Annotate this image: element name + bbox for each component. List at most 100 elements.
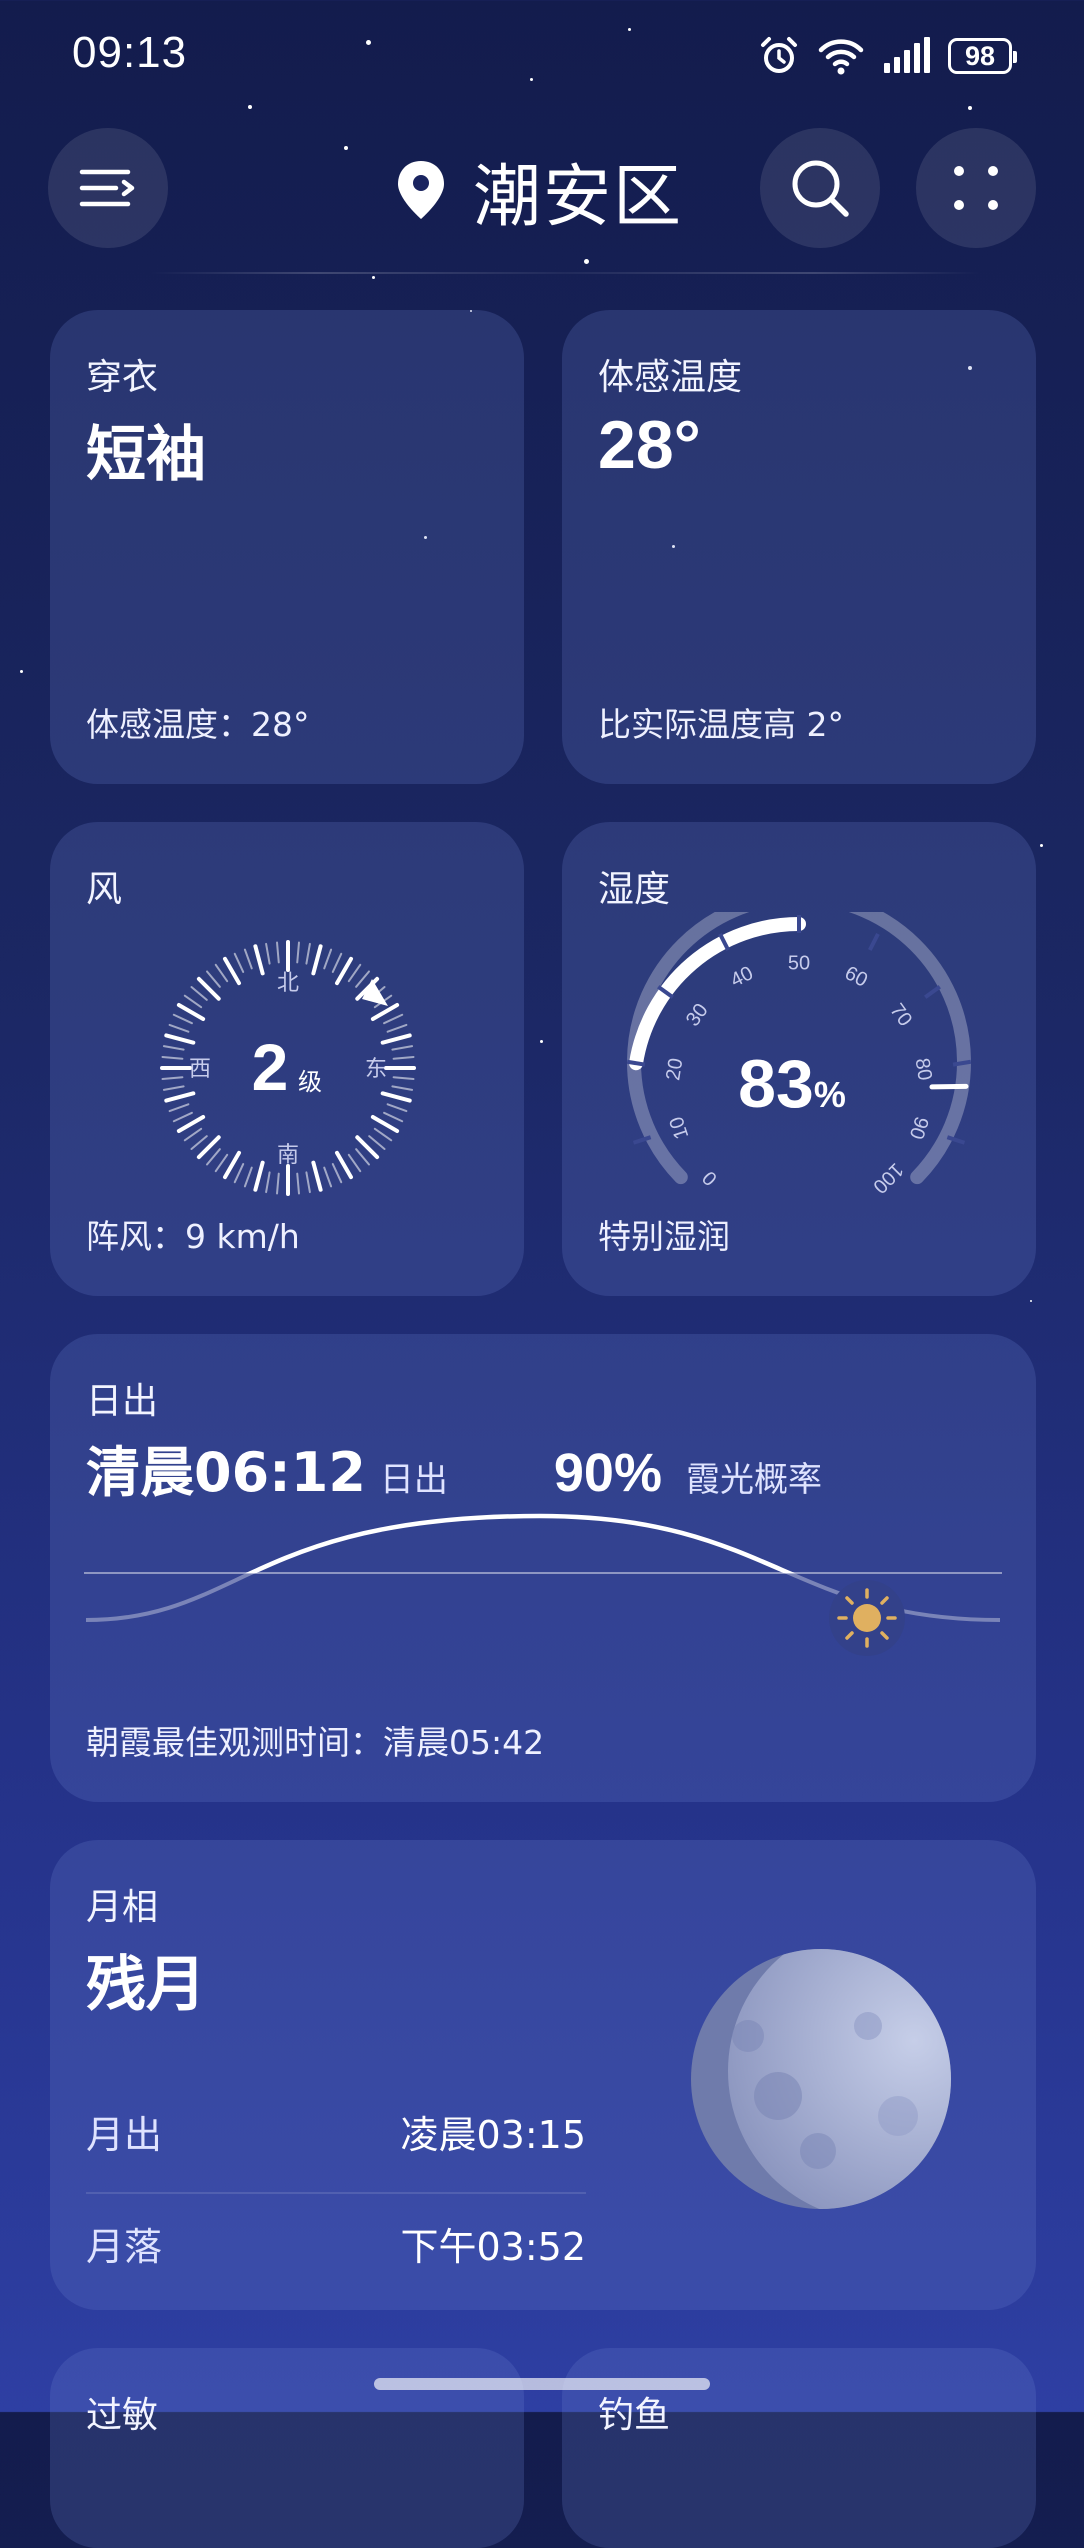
compass-minor-tick: [214, 963, 229, 983]
moonset-row: 月落 下午03:52: [86, 2216, 586, 2271]
sunrise-time-label: 日出: [379, 1460, 448, 1500]
compass-minor-tick: [190, 986, 208, 1001]
compass-minor-tick: [214, 1153, 229, 1173]
sun-icon: [829, 1580, 905, 1656]
battery-icon: 98: [948, 38, 1017, 74]
compass-south: 南: [277, 1143, 299, 1168]
gauge-scale-label: 30: [682, 1000, 713, 1031]
clothing-card[interactable]: 穿衣 短袖 体感温度：28°: [50, 310, 524, 784]
compass-major-tick: [164, 1033, 196, 1045]
gauge-separator: [952, 1059, 972, 1067]
glow-probability-label: 霞光概率: [685, 1460, 822, 1500]
humidity-value: 83%: [738, 1046, 846, 1122]
feels-like-title: 体感温度: [598, 357, 743, 398]
compass-minor-tick: [206, 970, 221, 988]
compass-minor-tick: [373, 1127, 393, 1142]
compass-major-tick: [253, 1160, 265, 1192]
compass-minor-tick: [391, 1045, 414, 1051]
compass-minor-tick: [386, 1023, 408, 1033]
compass-minor-tick: [162, 1085, 185, 1091]
compass-minor-tick: [168, 1023, 190, 1033]
moonset-label: 月落: [86, 2225, 163, 2269]
wifi-icon: [818, 39, 864, 75]
gauge-scale-label: 80: [911, 1057, 936, 1082]
status-icons: 98: [758, 34, 1017, 78]
gauge-scale-label: 10: [666, 1114, 694, 1142]
compass-minor-tick: [183, 994, 203, 1009]
compass-minor-tick: [190, 1135, 208, 1150]
fishing-title: 钓鱼: [598, 2395, 671, 2436]
compass-minor-tick: [276, 941, 280, 964]
compass-minor-tick: [161, 1076, 184, 1080]
compass-major-tick: [253, 944, 265, 976]
feels-like-value: 28°: [598, 407, 701, 483]
wind-compass: 北 南 东 西 2 级: [160, 940, 416, 1196]
compass-minor-tick: [168, 1103, 190, 1113]
more-dots-icon: [954, 166, 998, 210]
search-icon: [792, 160, 849, 217]
gauge-separator: [626, 1059, 646, 1067]
compass-minor-tick: [386, 1103, 408, 1113]
compass-minor-tick: [206, 1148, 221, 1166]
compass-minor-tick: [383, 1013, 404, 1025]
moon-image: [691, 1949, 951, 2209]
moonrise-time: 凌晨03:15: [400, 2113, 586, 2157]
wind-gust: 阵风：9 km/h: [86, 1217, 300, 1256]
gauge-scale-label: 50: [788, 952, 810, 974]
header-divider: [150, 272, 980, 274]
menu-button[interactable]: [48, 128, 168, 248]
signal-icon: [884, 37, 930, 73]
compass-minor-tick: [368, 1135, 386, 1150]
gauge-scale-label: 60: [841, 962, 871, 992]
gauge-separator: [924, 985, 941, 999]
compass-major-tick: [164, 1091, 196, 1103]
clothing-title: 穿衣: [86, 357, 159, 398]
compass-minor-tick: [161, 1056, 184, 1060]
clothing-detail: 体感温度：28°: [86, 705, 310, 744]
compass-minor-tick: [265, 1171, 271, 1194]
wind-level-unit: 级: [298, 1068, 322, 1096]
feels-like-card[interactable]: 体感温度 28° 比实际温度高 2°: [562, 310, 1036, 784]
clothing-value: 短袖: [86, 420, 206, 490]
sunrise-title: 日出: [86, 1381, 159, 1422]
gauge-needle: [929, 1083, 969, 1090]
humidity-gauge: 0 10 20 30 40 50 60 70 80 90 100 83%: [626, 912, 972, 1197]
humidity-card[interactable]: 湿度 0 10 20 30 40 50 60 70 80 90 100 83% 特别湿润: [562, 822, 1036, 1296]
compass-minor-tick: [265, 942, 271, 965]
moonset-time: 下午03:52: [400, 2225, 586, 2269]
sun-path-graph: [84, 1513, 1002, 1656]
compass-major-tick: [380, 1091, 412, 1103]
moon-title: 月相: [86, 1887, 159, 1928]
humidity-description: 特别湿润: [598, 1217, 730, 1256]
more-button[interactable]: [916, 128, 1036, 248]
compass-minor-tick: [296, 941, 300, 964]
compass-minor-tick: [276, 1172, 280, 1195]
compass-major-tick: [380, 1033, 412, 1045]
compass-minor-tick: [172, 1013, 193, 1025]
gauge-scale-label: 40: [727, 962, 757, 992]
compass-north: 北: [277, 971, 299, 996]
sunrise-row: 清晨06:12 日出 90% 霞光概率: [86, 1428, 822, 1507]
moon-card[interactable]: 月相 残月 月出 凌晨03:15 月落 下午03:52: [50, 1840, 1036, 2310]
location-name: 潮安区: [473, 157, 684, 237]
wind-card[interactable]: 风 北 南 东 西 2 级 阵风：9 km/h: [50, 822, 524, 1296]
feels-like-detail: 比实际温度高 2°: [598, 705, 844, 744]
wind-level: 2: [252, 1030, 289, 1104]
compass-minor-tick: [162, 1045, 185, 1051]
compass-minor-tick: [243, 1166, 253, 1188]
sunrise-card[interactable]: 日出 清晨06:12 日出 90% 霞光概率 朝霞最佳观测时间：清晨05:42: [50, 1334, 1036, 1802]
compass-minor-tick: [347, 1153, 362, 1173]
moon-divider: [86, 2192, 586, 2194]
home-indicator[interactable]: [374, 2378, 710, 2390]
compass-minor-tick: [391, 1085, 414, 1091]
location-title[interactable]: 潮安区: [395, 142, 683, 238]
compass-minor-tick: [331, 1163, 343, 1184]
compass-minor-tick: [172, 1111, 193, 1123]
compass-minor-tick: [243, 948, 253, 970]
gauge-separator: [868, 933, 880, 951]
sunrise-best-time: 朝霞最佳观测时间：清晨05:42: [86, 1723, 545, 1762]
humidity-title: 湿度: [598, 869, 671, 910]
compass-major-tick: [311, 944, 323, 976]
search-button[interactable]: [760, 128, 880, 248]
status-time: 09:13: [72, 28, 188, 77]
